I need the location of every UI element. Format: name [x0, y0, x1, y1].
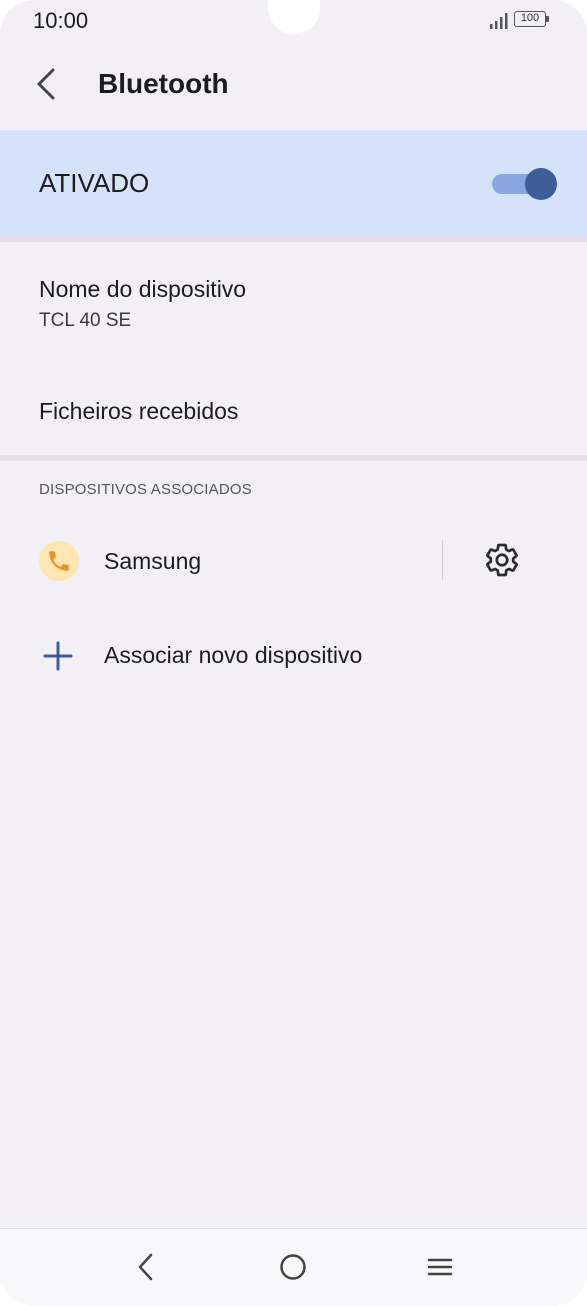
nav-menu-button[interactable] — [418, 1245, 462, 1289]
paired-device-row[interactable]: Samsung — [0, 520, 587, 604]
back-arrow-icon — [37, 68, 55, 100]
pair-new-device-label: Associar novo dispositivo — [104, 642, 363, 668]
status-bar: 10:00 100 — [0, 0, 587, 44]
gear-icon — [486, 543, 518, 577]
page-title: Bluetooth — [98, 68, 229, 99]
device-name-value: TCL 40 SE — [39, 310, 132, 331]
received-files-row[interactable]: Ficheiros recebidos — [0, 360, 587, 454]
device-settings-button[interactable] — [480, 538, 524, 582]
plus-icon — [43, 641, 73, 671]
navigation-bar — [0, 1228, 587, 1306]
bluetooth-master-toggle-row[interactable]: ATIVADO — [0, 130, 587, 236]
phone-screen: 10:00 100 Bluetooth ATIVADO Nome do disp… — [0, 0, 587, 1306]
battery-icon: 100 — [514, 11, 552, 29]
back-button[interactable] — [24, 62, 68, 106]
nav-back-button[interactable] — [124, 1245, 168, 1289]
switch-thumb — [525, 168, 557, 200]
home-icon — [280, 1254, 306, 1280]
app-bar: Bluetooth — [0, 44, 587, 130]
master-toggle-label: ATIVADO — [39, 168, 150, 198]
camera-notch — [268, 0, 320, 34]
battery-cap — [546, 16, 549, 22]
signal-icon — [490, 13, 508, 29]
device-name-title: Nome do dispositivo — [39, 276, 247, 302]
row-separator — [442, 540, 443, 580]
status-time: 10:00 — [33, 8, 89, 33]
back-icon — [138, 1253, 153, 1281]
nav-home-button[interactable] — [271, 1245, 315, 1289]
device-name-row[interactable]: Nome do dispositivo TCL 40 SE — [0, 242, 587, 342]
pair-new-device-row[interactable]: Associar novo dispositivo — [0, 614, 587, 694]
received-files-label: Ficheiros recebidos — [39, 398, 239, 424]
battery-level: 100 — [514, 11, 546, 27]
section-divider — [0, 455, 587, 461]
paired-device-name: Samsung — [104, 548, 202, 574]
phone-icon — [39, 541, 79, 581]
paired-devices-header: DISPOSITIVOS ASSOCIADOS — [39, 481, 252, 498]
menu-icon — [427, 1258, 453, 1276]
bluetooth-switch[interactable] — [492, 167, 558, 200]
